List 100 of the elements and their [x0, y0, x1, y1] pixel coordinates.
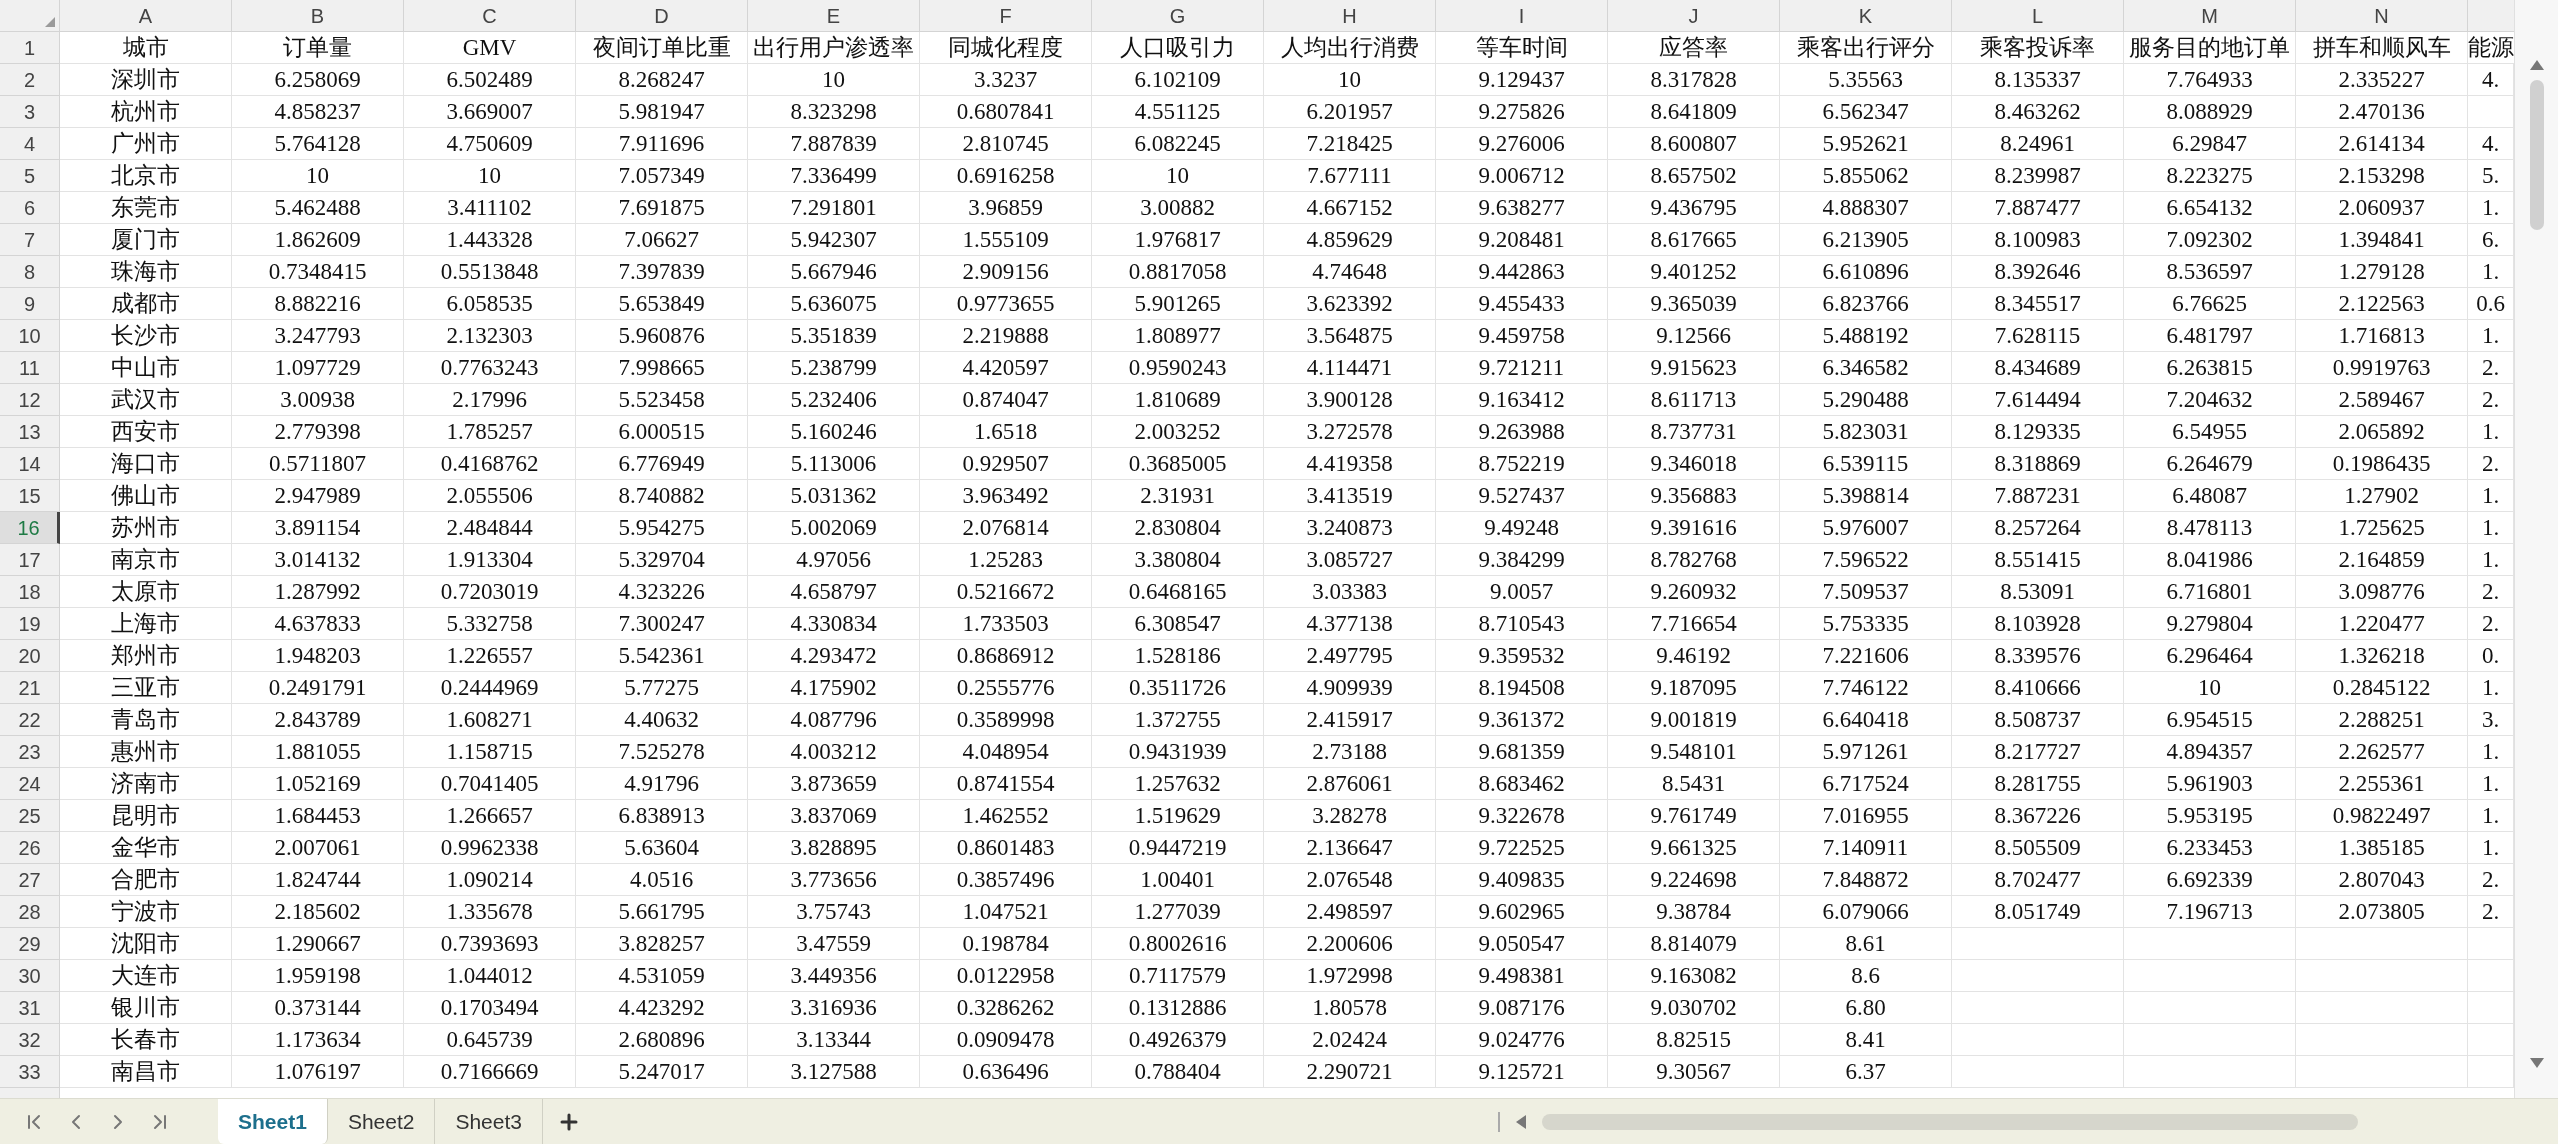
scroll-down-icon[interactable]	[2529, 1058, 2544, 1068]
splitter-handle[interactable]	[1498, 1111, 1500, 1132]
table-cell: 3.00882	[1092, 192, 1264, 224]
table-cell: 6.80	[1780, 992, 1952, 1024]
row-number[interactable]: 26	[0, 832, 60, 864]
row-number[interactable]: 5	[0, 160, 60, 192]
table-cell: 长春市	[60, 1024, 232, 1056]
row-number[interactable]: 27	[0, 864, 60, 896]
column-header[interactable]: I	[1436, 0, 1608, 32]
column-header[interactable]: K	[1780, 0, 1952, 32]
row-number[interactable]: 11	[0, 352, 60, 384]
row-number[interactable]: 19	[0, 608, 60, 640]
table-cell: 9.322678	[1436, 800, 1608, 832]
table-cell: 2.255361	[2296, 768, 2468, 800]
column-header[interactable]: A	[60, 0, 232, 32]
column-header[interactable]: F	[920, 0, 1092, 32]
column-header[interactable]: G	[1092, 0, 1264, 32]
row-number[interactable]: 18	[0, 576, 60, 608]
table-cell: 6.76625	[2124, 288, 2296, 320]
table-cell: 大连市	[60, 960, 232, 992]
table-cell: 8.100983	[1952, 224, 2124, 256]
row-number[interactable]: 6	[0, 192, 60, 224]
table-cell: 三亚市	[60, 672, 232, 704]
table-cell: 6.296464	[2124, 640, 2296, 672]
table-cell: 6.058535	[404, 288, 576, 320]
table-cell: 1.326218	[2296, 640, 2468, 672]
table-cell: 5.667946	[748, 256, 920, 288]
table-cell: 6.213905	[1780, 224, 1952, 256]
row-number[interactable]: 9	[0, 288, 60, 320]
row-number[interactable]: 15	[0, 480, 60, 512]
table-cell: 7.06627	[576, 224, 748, 256]
table-cell: 5.661795	[576, 896, 748, 928]
column-header[interactable]: C	[404, 0, 576, 32]
scroll-left-icon[interactable]	[1516, 1114, 1526, 1129]
column-header[interactable]: E	[748, 0, 920, 32]
row-number[interactable]: 32	[0, 1024, 60, 1056]
table-cell: 5.542361	[576, 640, 748, 672]
table-cell: 0.3286262	[920, 992, 1092, 1024]
table-cell: 0.3857496	[920, 864, 1092, 896]
row-number[interactable]: 12	[0, 384, 60, 416]
table-cell: 6.346582	[1780, 352, 1952, 384]
table-cell: 3.828257	[576, 928, 748, 960]
column-header[interactable]: H	[1264, 0, 1436, 32]
sheet-tab[interactable]: Sheet1	[218, 1099, 328, 1144]
column-header[interactable]: D	[576, 0, 748, 32]
row-number[interactable]: 22	[0, 704, 60, 736]
row-number[interactable]: 8	[0, 256, 60, 288]
table-cell: 8.814079	[1608, 928, 1780, 960]
table-cell: 7.221606	[1780, 640, 1952, 672]
scroll-up-icon[interactable]	[2529, 60, 2544, 70]
table-cell: 8.617665	[1608, 224, 1780, 256]
row-number[interactable]: 4	[0, 128, 60, 160]
row-number[interactable]: 23	[0, 736, 60, 768]
table-cell: 7.887477	[1952, 192, 2124, 224]
row-number[interactable]: 20	[0, 640, 60, 672]
table-cell: 0.1312886	[1092, 992, 1264, 1024]
sheet-tab[interactable]: Sheet3	[435, 1099, 543, 1144]
row-number[interactable]: 24	[0, 768, 60, 800]
row-number[interactable]: 25	[0, 800, 60, 832]
table-cell: 8.318869	[1952, 448, 2124, 480]
row-number[interactable]: 2	[0, 64, 60, 96]
column-header[interactable]: J	[1608, 0, 1780, 32]
table-cell: 0.9773655	[920, 288, 1092, 320]
horizontal-scroll-thumb[interactable]	[1542, 1113, 2358, 1130]
table-cell: 7.691875	[576, 192, 748, 224]
select-all-corner-icon[interactable]	[45, 17, 55, 27]
table-cell: 8.463262	[1952, 96, 2124, 128]
table-cell: 西安市	[60, 416, 232, 448]
table-cell: 9.436795	[1608, 192, 1780, 224]
row-number[interactable]: 30	[0, 960, 60, 992]
row-number[interactable]: 17	[0, 544, 60, 576]
row-number[interactable]: 33	[0, 1056, 60, 1088]
row-number[interactable]: 21	[0, 672, 60, 704]
row-number[interactable]: 14	[0, 448, 60, 480]
column-header[interactable]: N	[2296, 0, 2468, 32]
row-number[interactable]: 1	[0, 32, 60, 64]
vertical-scrollbar[interactable]	[2514, 0, 2558, 1098]
row-number[interactable]: 7	[0, 224, 60, 256]
table-cell: 0.645739	[404, 1024, 576, 1056]
table-cell: 2.076548	[1264, 864, 1436, 896]
column-header[interactable]: B	[232, 0, 404, 32]
column-header[interactable]: M	[2124, 0, 2296, 32]
table-cell: 9.359532	[1436, 640, 1608, 672]
row-number[interactable]: 31	[0, 992, 60, 1024]
row-number[interactable]: 28	[0, 896, 60, 928]
row-number[interactable]: 10	[0, 320, 60, 352]
table-cell: 8.752219	[1436, 448, 1608, 480]
table-cell: 8.641809	[1608, 96, 1780, 128]
table-cell: 4.531059	[576, 960, 748, 992]
row-number[interactable]: 29	[0, 928, 60, 960]
sheet-tab[interactable]: Sheet2	[327, 1099, 436, 1144]
column-header[interactable]: L	[1952, 0, 2124, 32]
table-cell: 昆明市	[60, 800, 232, 832]
row-number[interactable]: 16	[0, 512, 60, 544]
row-number[interactable]: 13	[0, 416, 60, 448]
scroll-thumb[interactable]	[2529, 80, 2544, 230]
table-cell: 9.38784	[1608, 896, 1780, 928]
table-cell: 长沙市	[60, 320, 232, 352]
table-cell: 0.636496	[920, 1056, 1092, 1088]
row-number[interactable]: 3	[0, 96, 60, 128]
